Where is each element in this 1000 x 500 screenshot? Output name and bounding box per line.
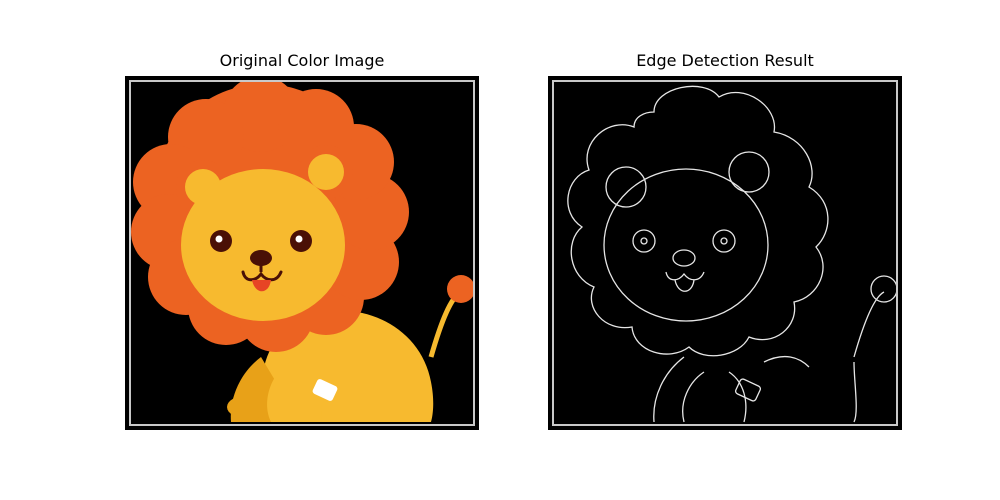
lion-face: [181, 169, 345, 321]
lion-back-paw: [227, 395, 271, 419]
lion-illustration: [131, 82, 473, 422]
lion-edge-illustration: [567, 85, 896, 423]
lion-nose: [250, 250, 272, 266]
lion-right-ear: [308, 154, 344, 190]
panel-title-original: Original Color Image: [219, 51, 385, 70]
lion-color-image: [129, 80, 475, 426]
panel-title-edges: Edge Detection Result: [636, 51, 814, 70]
lion-edge-lines: [567, 85, 896, 423]
image-frame-edges: [548, 76, 902, 430]
image-frame-original: [125, 76, 479, 430]
panel-edges: Edge Detection Result: [547, 0, 907, 500]
lion-edge-image: [552, 80, 898, 426]
panel-original: Original Color Image: [124, 0, 484, 500]
lion-tail-tuft: [447, 275, 473, 303]
